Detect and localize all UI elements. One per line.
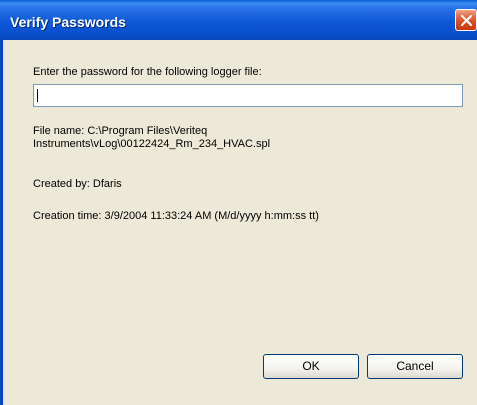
password-prompt-label: Enter the password for the following log… — [33, 66, 262, 78]
dialog-title: Verify Passwords — [10, 14, 126, 30]
file-name-line-2: Instruments\vLog\00122424_Rm_234_HVAC.sp… — [33, 138, 271, 150]
cancel-button[interactable]: Cancel — [367, 354, 463, 379]
title-bar[interactable]: Verify Passwords — [0, 0, 477, 40]
ok-button[interactable]: OK — [263, 354, 359, 379]
created-by-label: Created by: Dfaris — [33, 178, 122, 190]
ok-button-label: OK — [302, 359, 320, 373]
close-button[interactable] — [455, 9, 477, 31]
close-icon — [460, 14, 473, 27]
password-input[interactable] — [33, 84, 463, 107]
creation-time-label: Creation time: 3/9/2004 11:33:24 AM (M/d… — [33, 210, 319, 222]
file-name-line-1: File name: C:\Program Files\Veriteq — [33, 125, 208, 137]
text-caret — [37, 89, 38, 102]
cancel-button-label: Cancel — [396, 359, 434, 373]
